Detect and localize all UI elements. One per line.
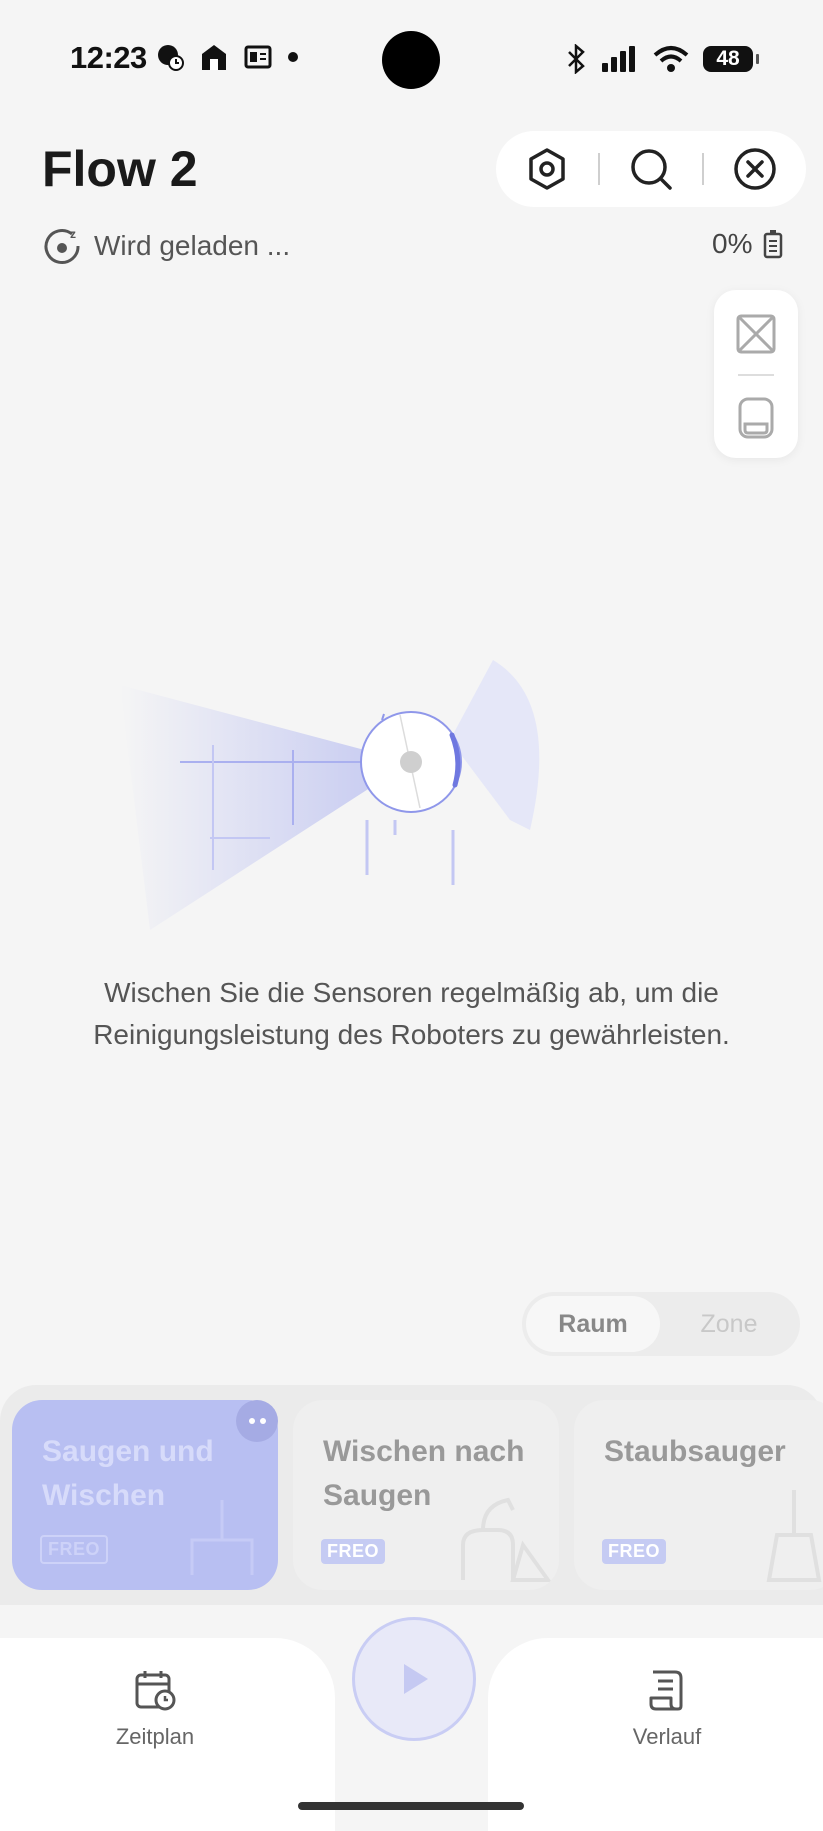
dock-button[interactable] [736,396,776,445]
tab-zone[interactable]: Zone [662,1296,796,1352]
header-actions [496,131,806,207]
news-notification-icon [244,45,272,69]
notification-icons [155,42,299,72]
nav-history-label: Verlauf [632,1724,702,1749]
sleeping-robot-icon: z [44,227,80,264]
close-circle-icon [734,148,776,190]
nav-schedule[interactable]: Zeitplan [85,1668,225,1750]
settings-hexagon-icon [529,148,565,190]
freo-badge: FREO [321,1539,386,1564]
history-document-icon [649,1670,683,1711]
mode-options-button[interactable] [236,1400,278,1442]
nav-history[interactable]: Verlauf [597,1668,737,1750]
nav-left-panel: Zeitplan [0,1638,335,1831]
battery-indicator: 48 [703,46,759,72]
freo-badge: FREO [40,1535,109,1564]
food-notification-icon [202,45,226,70]
bluetooth-icon [568,44,585,74]
mode-card-mop-after-vacuum[interactable]: Wischen nach Saugen FREO [293,1400,559,1590]
map-view-button[interactable] [734,312,778,361]
signal-icon [602,46,635,72]
tab-raum[interactable]: Raum [526,1296,660,1352]
calendar-clock-icon [135,1671,176,1711]
sensor-hint-text: Wischen Sie die Sensoren regelmäßig ab, … [93,977,730,1050]
search-icon [631,149,672,190]
broom-icon [766,1490,822,1582]
vacuum-mop-icon [190,1500,254,1575]
close-button[interactable] [704,131,806,207]
dock-station-icon [738,397,774,439]
freo-badge: FREO [602,1539,667,1564]
area-mode-toggle: Raum Zone [522,1292,800,1356]
start-cleaning-button[interactable] [352,1617,476,1741]
mop-after-vacuum-icon [461,1497,552,1582]
status-time: 12:23 [70,40,147,75]
play-icon [404,1664,428,1694]
mode-card-vacuum[interactable]: Staubsauger FREO [574,1400,823,1590]
more-notifications-dot-icon [288,52,298,62]
nav-schedule-label: Zeitplan [115,1724,195,1749]
page-title: Flow 2 [42,141,198,197]
divider [738,374,774,376]
settings-button[interactable] [496,131,598,207]
app-notification-icon [158,45,184,71]
cleaning-mode-panel: Saugen und Wischen FREO Wischen nach Sau… [0,1385,823,1605]
status-text: Wird geladen ... [94,230,291,261]
map-tools-panel [714,290,798,458]
sensor-cleaning-illustration [100,640,560,940]
nav-right-panel: Verlauf [488,1638,823,1831]
search-button[interactable] [600,131,702,207]
robot-battery: 0% [712,228,784,260]
front-camera [382,31,440,89]
svg-text:z: z [70,227,76,241]
wifi-icon [653,46,689,72]
map-no-image-icon [736,314,776,354]
battery-percent: 0% [712,228,753,259]
mode-label: Staubsauger [604,1435,786,1468]
home-indicator[interactable] [298,1802,524,1810]
battery-icon [764,230,783,259]
robot-status: z Wird geladen ... [42,226,290,266]
system-status-icons: 48 [565,44,759,74]
